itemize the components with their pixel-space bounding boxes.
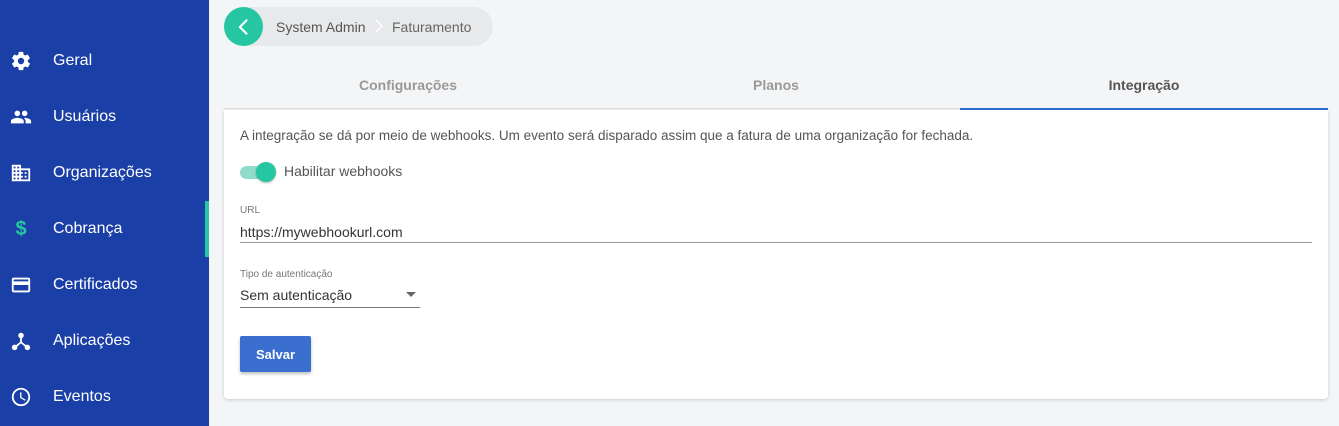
url-field-label: URL (240, 205, 261, 216)
sidebar-item-usuarios[interactable]: Usuários (0, 89, 209, 145)
sidebar-item-geral[interactable]: Geral (0, 33, 209, 89)
sidebar-item-aplicacoes[interactable]: Aplicações (0, 313, 209, 369)
sidebar-item-cobranca[interactable]: $ Cobrança (0, 201, 209, 257)
users-icon (10, 106, 32, 128)
tab-configuracoes[interactable]: Configurações (224, 60, 592, 109)
tab-integracao[interactable]: Integração (960, 60, 1328, 110)
breadcrumb: System Admin Faturamento (224, 7, 493, 46)
auth-type-label: Tipo de autenticação (240, 269, 333, 280)
url-field[interactable] (240, 221, 1312, 243)
sidebar-item-label: Geral (53, 52, 93, 69)
integration-panel: A integração se dá por meio de webhooks.… (224, 110, 1328, 399)
chevron-left-icon (238, 18, 248, 35)
auth-type-select[interactable]: Sem autenticação (240, 285, 420, 308)
gear-icon (10, 50, 32, 72)
sidebar-item-label: Organizações (53, 164, 152, 181)
sidebar-item-certificados[interactable]: Certificados (0, 257, 209, 313)
sidebar-item-organizacoes[interactable]: Organizações (0, 145, 209, 201)
dollar-icon: $ (15, 218, 27, 240)
webhooks-toggle-label: Habilitar webhooks (284, 163, 403, 179)
auth-type-value: Sem autenticação (240, 287, 353, 303)
chevron-right-icon (375, 19, 383, 33)
building-icon (10, 162, 32, 184)
active-indicator (205, 201, 209, 257)
save-button[interactable]: Salvar (240, 336, 311, 372)
integration-description: A integração se dá por meio de webhooks.… (240, 128, 974, 143)
tab-planos[interactable]: Planos (592, 60, 960, 109)
sidebar-item-eventos[interactable]: Eventos (0, 369, 209, 425)
webhooks-toggle[interactable] (240, 162, 276, 182)
breadcrumb-item-faturamento: Faturamento (392, 18, 472, 35)
sidebar-item-label: Aplicações (53, 332, 131, 349)
sidebar: Geral Usuários Organizações $ Cobrança C… (0, 0, 209, 426)
sidebar-item-label: Eventos (53, 388, 111, 405)
tab-bar: Configurações Planos Integração (224, 60, 1328, 110)
hub-icon (10, 330, 32, 352)
back-button[interactable] (224, 7, 263, 46)
clock-icon (10, 386, 32, 408)
sidebar-item-label: Usuários (53, 108, 117, 125)
breadcrumb-item-system-admin[interactable]: System Admin (276, 19, 365, 35)
sidebar-item-label: Cobrança (53, 220, 123, 237)
sidebar-item-label: Certificados (53, 276, 138, 293)
caret-down-icon (406, 292, 416, 297)
credit-card-icon (10, 274, 32, 296)
toggle-thumb (256, 162, 276, 182)
